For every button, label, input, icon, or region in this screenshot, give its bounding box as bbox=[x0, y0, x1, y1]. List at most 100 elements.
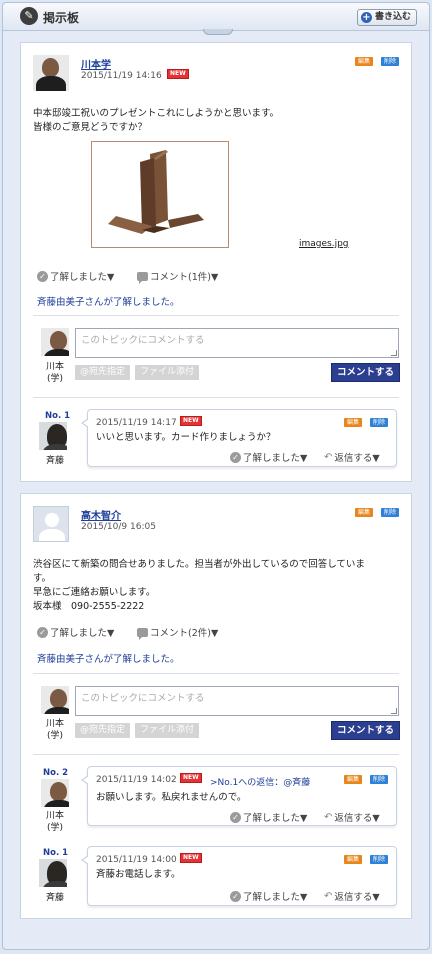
check-icon: ✓ bbox=[230, 890, 241, 902]
reply-button[interactable]: ↶ 返信する▼ bbox=[324, 450, 380, 465]
reply-text: いいと思います。カード作りましょうか？ bbox=[96, 432, 276, 443]
commenter-name: 川本 (学) bbox=[35, 361, 75, 385]
comment-toggle-button[interactable]: コメント(2件)▼ bbox=[137, 625, 219, 640]
reply-button[interactable]: ↶ 返信する▼ bbox=[324, 889, 380, 904]
recipient-button[interactable]: @宛先指定 bbox=[75, 723, 131, 738]
reply-date: 2015/11/19 14:02 bbox=[96, 775, 177, 785]
comment-input[interactable]: このトピックにコメントする bbox=[75, 686, 399, 716]
reply-button-label: 返信する▼ bbox=[334, 453, 380, 464]
attachment-filename[interactable]: images.jpg bbox=[299, 239, 349, 249]
avatar bbox=[41, 686, 69, 714]
check-icon: ✓ bbox=[37, 626, 48, 638]
write-button[interactable]: + 書き込む bbox=[356, 9, 417, 26]
panel-header: ✎ 掲示板 + 書き込む bbox=[3, 3, 429, 31]
divider bbox=[33, 754, 399, 755]
post-date: 2015/11/19 14:16 bbox=[81, 71, 162, 81]
commenter-name-line: 川本 bbox=[45, 362, 64, 372]
plus-icon: + bbox=[360, 12, 372, 23]
resize-handle-icon[interactable] bbox=[391, 350, 397, 356]
resize-handle-icon[interactable] bbox=[391, 708, 397, 714]
panel-title: 掲示板 bbox=[43, 11, 80, 25]
comment-input[interactable]: このトピックにコメントする bbox=[75, 328, 399, 358]
reply-reference[interactable]: >No.1への返信：@斉藤 bbox=[210, 775, 310, 788]
post-body-line: 中本邸竣工祝いのプレゼントこれにしようかと思います。 bbox=[33, 108, 280, 119]
reply-date: 2015/11/19 14:17 bbox=[96, 418, 177, 428]
post-body-line: 早急にご連絡お願いします。 bbox=[33, 587, 156, 598]
reply-number: No. 1 bbox=[45, 411, 71, 421]
replier-name: 川本 (学) bbox=[35, 810, 75, 834]
delete-button[interactable]: 削除 bbox=[370, 418, 389, 427]
ack-button-label: 了解しました▼ bbox=[243, 892, 308, 903]
comment-placeholder: このトピックにコメントする bbox=[81, 335, 205, 346]
ack-button[interactable]: ✓ 了解しました▼ bbox=[230, 889, 307, 903]
reply-arrow-icon: ↶ bbox=[324, 890, 333, 902]
pencil-icon: ✎ bbox=[20, 7, 38, 25]
edit-button[interactable]: 編集 bbox=[344, 775, 363, 784]
edit-button[interactable]: 編集 bbox=[355, 57, 374, 66]
comment-bubble-icon bbox=[137, 271, 148, 284]
reply-card: 2015/11/19 14:02 NEW >No.1への返信：@斉藤 編集 削除… bbox=[81, 766, 397, 826]
reply-date: 2015/11/19 14:00 bbox=[96, 855, 177, 865]
new-badge: NEW bbox=[167, 69, 189, 79]
replier-name-line: 川本 bbox=[45, 811, 64, 821]
delete-button[interactable]: 削除 bbox=[370, 775, 389, 784]
collapse-handle[interactable] bbox=[203, 29, 233, 35]
reply-arrow-icon: ↶ bbox=[324, 811, 333, 823]
ack-button-label: 了解しました▼ bbox=[243, 813, 308, 824]
delete-button[interactable]: 削除 bbox=[370, 855, 389, 864]
new-badge: NEW bbox=[180, 853, 202, 863]
divider bbox=[33, 397, 399, 398]
ack-status: 斉藤由美子さんが了解しました。 bbox=[37, 654, 180, 665]
delete-button[interactable]: 削除 bbox=[381, 57, 400, 66]
reply-card: 2015/11/19 14:00 NEW 編集 削除 斉藤お電話します。 ✓ 了… bbox=[81, 846, 397, 906]
author-link[interactable]: 高木智介 bbox=[81, 507, 121, 522]
post-body-line: 坂本様 090-2555-2222 bbox=[33, 601, 145, 612]
post-body-line: す。 bbox=[33, 573, 52, 584]
edit-button[interactable]: 編集 bbox=[344, 418, 363, 427]
ack-button-label: 了解しました▼ bbox=[243, 453, 308, 464]
edit-button[interactable]: 編集 bbox=[344, 855, 363, 864]
comment-toggle-label: コメント(2件)▼ bbox=[150, 628, 219, 639]
new-badge: NEW bbox=[180, 416, 202, 426]
recipient-button[interactable]: @宛先指定 bbox=[75, 365, 131, 380]
delete-button[interactable]: 削除 bbox=[381, 508, 400, 517]
topic-card: 高木智介 2015/10/9 16:05 編集 削除 渋谷区にて新築の問合せあり… bbox=[20, 493, 412, 919]
post-body-line: 皆様のご意見どうですか？ bbox=[33, 122, 148, 133]
reply-number: No. 2 bbox=[43, 768, 69, 778]
ack-button-label: 了解しました▼ bbox=[50, 272, 115, 283]
ack-button[interactable]: ✓ 了解しました▼ bbox=[37, 625, 114, 639]
replier-name: 斉藤 bbox=[45, 456, 64, 466]
edit-button[interactable]: 編集 bbox=[355, 508, 374, 517]
reply-button-label: 返信する▼ bbox=[334, 892, 380, 903]
attach-file-button[interactable]: ファイル添付 bbox=[135, 723, 200, 738]
divider bbox=[33, 673, 399, 674]
submit-comment-button[interactable]: コメントする bbox=[331, 721, 401, 740]
check-icon: ✓ bbox=[37, 270, 48, 282]
reply-button[interactable]: ↶ 返信する▼ bbox=[324, 810, 380, 825]
reply-button-label: 返信する▼ bbox=[334, 813, 380, 824]
bookend-image bbox=[92, 142, 228, 247]
comment-placeholder: このトピックにコメントする bbox=[81, 693, 205, 704]
new-badge: NEW bbox=[180, 773, 202, 783]
commenter-name-line: (学) bbox=[46, 731, 64, 741]
check-icon: ✓ bbox=[230, 451, 241, 463]
reply-number: No. 1 bbox=[43, 848, 69, 858]
avatar bbox=[39, 859, 67, 887]
ack-button[interactable]: ✓ 了解しました▼ bbox=[37, 269, 114, 283]
attached-image[interactable] bbox=[91, 141, 229, 248]
attach-file-button[interactable]: ファイル添付 bbox=[135, 365, 200, 380]
reply-text: お願いします。私戻れませんので。 bbox=[96, 792, 247, 803]
avatar bbox=[41, 779, 69, 807]
avatar bbox=[41, 328, 69, 356]
reply-card: 2015/11/19 14:17 NEW 編集 削除 いいと思います。カード作り… bbox=[81, 409, 397, 467]
author-link[interactable]: 川本学 bbox=[81, 56, 111, 71]
avatar bbox=[33, 55, 69, 91]
commenter-name: 川本 (学) bbox=[35, 718, 75, 742]
post-date: 2015/10/9 16:05 bbox=[81, 522, 156, 532]
divider bbox=[33, 315, 399, 316]
ack-button[interactable]: ✓ 了解しました▼ bbox=[230, 810, 307, 824]
ack-button[interactable]: ✓ 了解しました▼ bbox=[230, 450, 307, 464]
replier-name-line: (学) bbox=[46, 823, 64, 833]
submit-comment-button[interactable]: コメントする bbox=[331, 363, 401, 382]
comment-toggle-button[interactable]: コメント(1件)▼ bbox=[137, 269, 218, 284]
